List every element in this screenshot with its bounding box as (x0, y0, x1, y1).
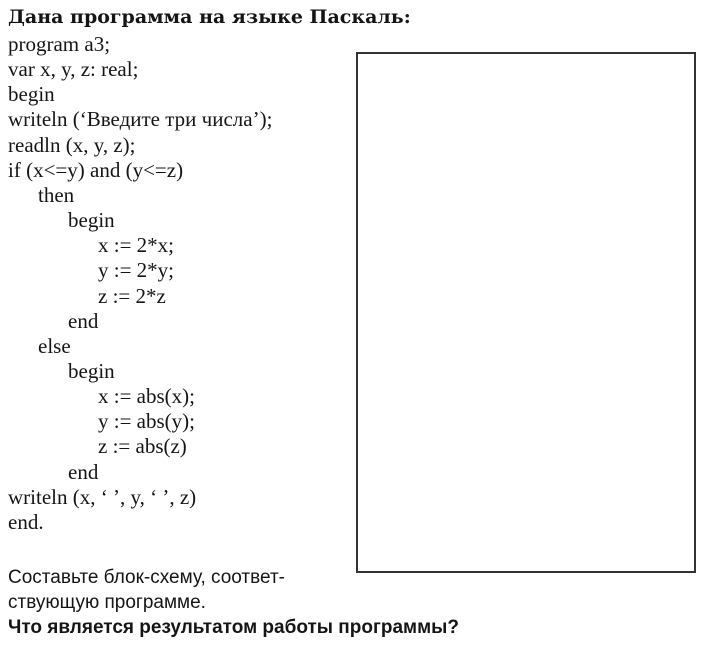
code-line: end. (8, 509, 44, 534)
task-heading: Дана программа на языке Паскаль: (8, 6, 411, 28)
code-line: writeln (‘Введите три числа’); (8, 107, 273, 132)
code-line: program a3; (8, 32, 111, 56)
task-text-line-1: Составьте блок-схему, соответ- (8, 567, 285, 588)
code-line: var x, y, z: real; (8, 57, 139, 82)
code-line: else (38, 333, 71, 358)
code-line: z := 2*z (98, 283, 166, 308)
task-text-line-2: ствующую программе. (8, 592, 206, 613)
code-line: end (68, 459, 99, 484)
code-line: begin (68, 358, 115, 383)
question-text: Что является результатом работы программ… (8, 617, 459, 638)
code-line: begin (68, 208, 115, 233)
code-line: y := 2*y; (98, 258, 175, 283)
code-line: z := abs(z) (98, 434, 187, 459)
code-line: begin (8, 82, 55, 107)
code-line: readln (x, y, z); (8, 132, 136, 157)
code-line: y := abs(y); (98, 409, 195, 434)
code-line: x := abs(x); (98, 384, 195, 409)
code-line: then (38, 182, 75, 207)
flowchart-answer-box (356, 52, 696, 573)
code-line: if (x<=y) and (y<=z) (8, 157, 184, 182)
code-line: x := 2*x; (98, 233, 175, 258)
code-line: writeln (x, ‘ ’, y, ‘ ’, z) (8, 484, 197, 509)
code-line: end (68, 308, 99, 333)
